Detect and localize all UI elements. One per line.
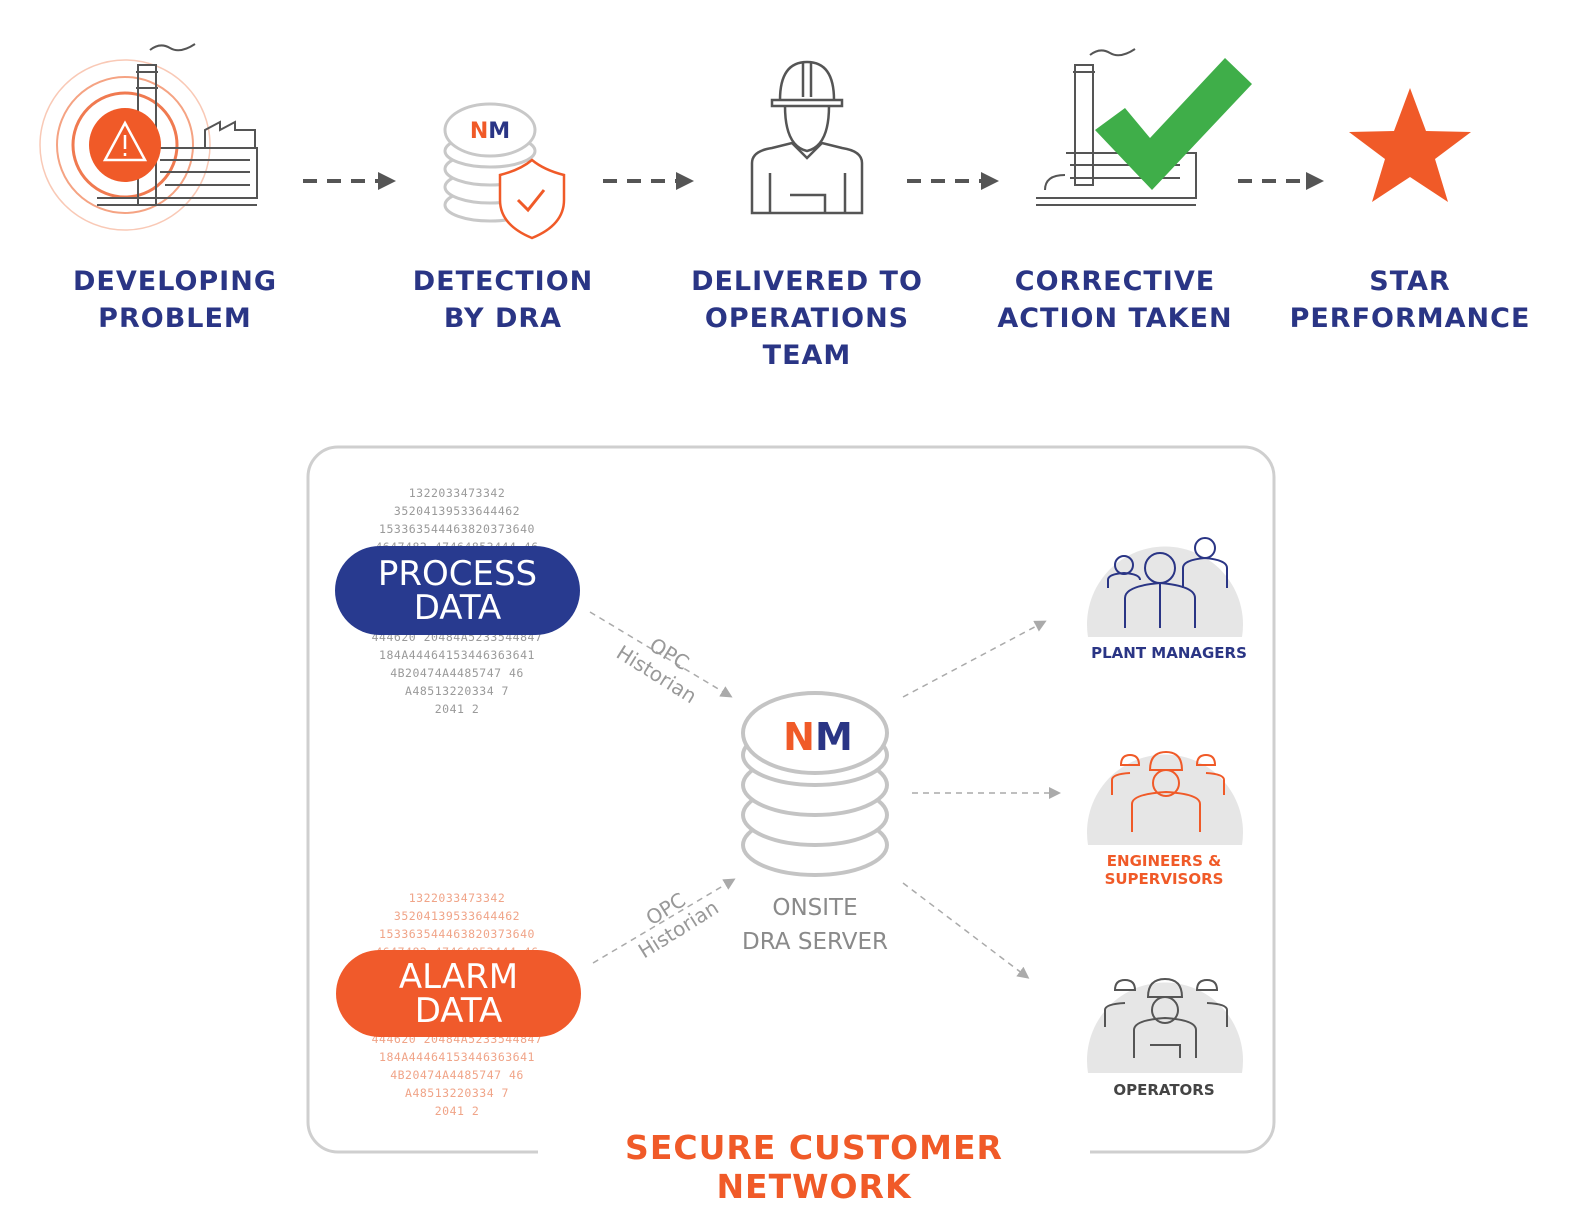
number-line: 35204139533644462 [393, 504, 521, 518]
label-line: DELIVERED TO [691, 266, 923, 297]
number-line: 184A44464153446363641 [379, 648, 535, 662]
label-line: CORRECTIVE [1014, 266, 1216, 297]
badge-line: DATA [413, 587, 502, 628]
step-label-corrective: CORRECTIVE ACTION TAKEN [955, 263, 1275, 337]
label-line: DETECTION [412, 266, 594, 297]
alarm-data-badge: ALARM DATA [336, 950, 581, 1037]
label-line: BY DRA [443, 303, 563, 334]
label-line: DRA SERVER [742, 929, 888, 955]
worker-icon [750, 60, 864, 215]
number-line: 184A44464153446363641 [379, 1050, 535, 1064]
badge-line: PROCESS [377, 553, 538, 594]
arrow-4 [1238, 172, 1324, 190]
logo-small: NM [470, 119, 510, 144]
badge-line: ALARM [398, 956, 519, 997]
plant-managers-icon [1087, 537, 1243, 637]
step-label-detection: DETECTION BY DRA [343, 263, 663, 337]
factory-check-icon [1036, 48, 1252, 206]
engineers-supervisors-icon [1087, 750, 1243, 845]
operators-label: OPERATORS [1113, 1081, 1215, 1099]
label-line: TEAM [762, 340, 852, 371]
number-line: 1322033473342 [408, 486, 506, 500]
step-label-developing-problem: DEVELOPING PROBLEM [15, 263, 335, 337]
operators-icon [1087, 977, 1243, 1073]
step-label-star: STAR PERFORMANCE [1250, 263, 1570, 337]
diagram-graphics: NM NM [39, 43, 1471, 1170]
logo-server: NM [783, 715, 853, 759]
label-line: ACTION TAKEN [997, 303, 1233, 334]
number-line: 2041 2 [434, 1104, 480, 1118]
number-line: 4B20474A4485747 46 [390, 1068, 524, 1082]
label-line: DEVELOPING [73, 266, 277, 297]
number-line: 4B20474A4485747 46 [390, 666, 524, 680]
connector-managers [902, 620, 1047, 698]
label-line: ONSITE [772, 895, 858, 921]
arrow-1 [303, 172, 396, 190]
process-numbers-bottom: 444620 20484A5233544847 184A444641534463… [347, 628, 567, 718]
engineers-supervisors-label: ENGINEERS & SUPERVISORS [1054, 852, 1274, 888]
number-line: 153363544463820373640 [379, 927, 535, 941]
label-line: SUPERVISORS [1104, 870, 1224, 888]
factory-warning-icon [39, 43, 258, 231]
plant-managers-label: PLANT MANAGERS [1091, 644, 1247, 662]
number-line: 1322033473342 [408, 891, 506, 905]
number-line: 153363544463820373640 [379, 522, 535, 536]
server-label: ONSITE DRA SERVER [685, 891, 945, 959]
label-line: ENGINEERS & [1106, 852, 1222, 870]
arrow-2 [603, 172, 694, 190]
number-line: A48513220334 7 [405, 1086, 509, 1100]
badge-line: DATA [414, 990, 503, 1031]
process-data-badge: PROCESS DATA [335, 546, 580, 635]
alarm-numbers-bottom: 444620 20484A5233544847 184A444641534463… [347, 1030, 567, 1120]
network-title: SECURE CUSTOMER NETWORK [625, 1128, 1003, 1206]
star-icon [1349, 88, 1471, 202]
number-line: A48513220334 7 [405, 684, 509, 698]
number-line: 35204139533644462 [393, 909, 521, 923]
label-line: STAR [1369, 266, 1451, 297]
arrow-3 [907, 172, 999, 190]
label-line: OPERATIONS [704, 303, 910, 334]
step-label-delivered: DELIVERED TO OPERATIONS TEAM [647, 263, 967, 374]
label-line: PERFORMANCE [1289, 303, 1531, 334]
number-line: 2041 2 [434, 702, 480, 716]
label-line: PROBLEM [98, 303, 252, 334]
